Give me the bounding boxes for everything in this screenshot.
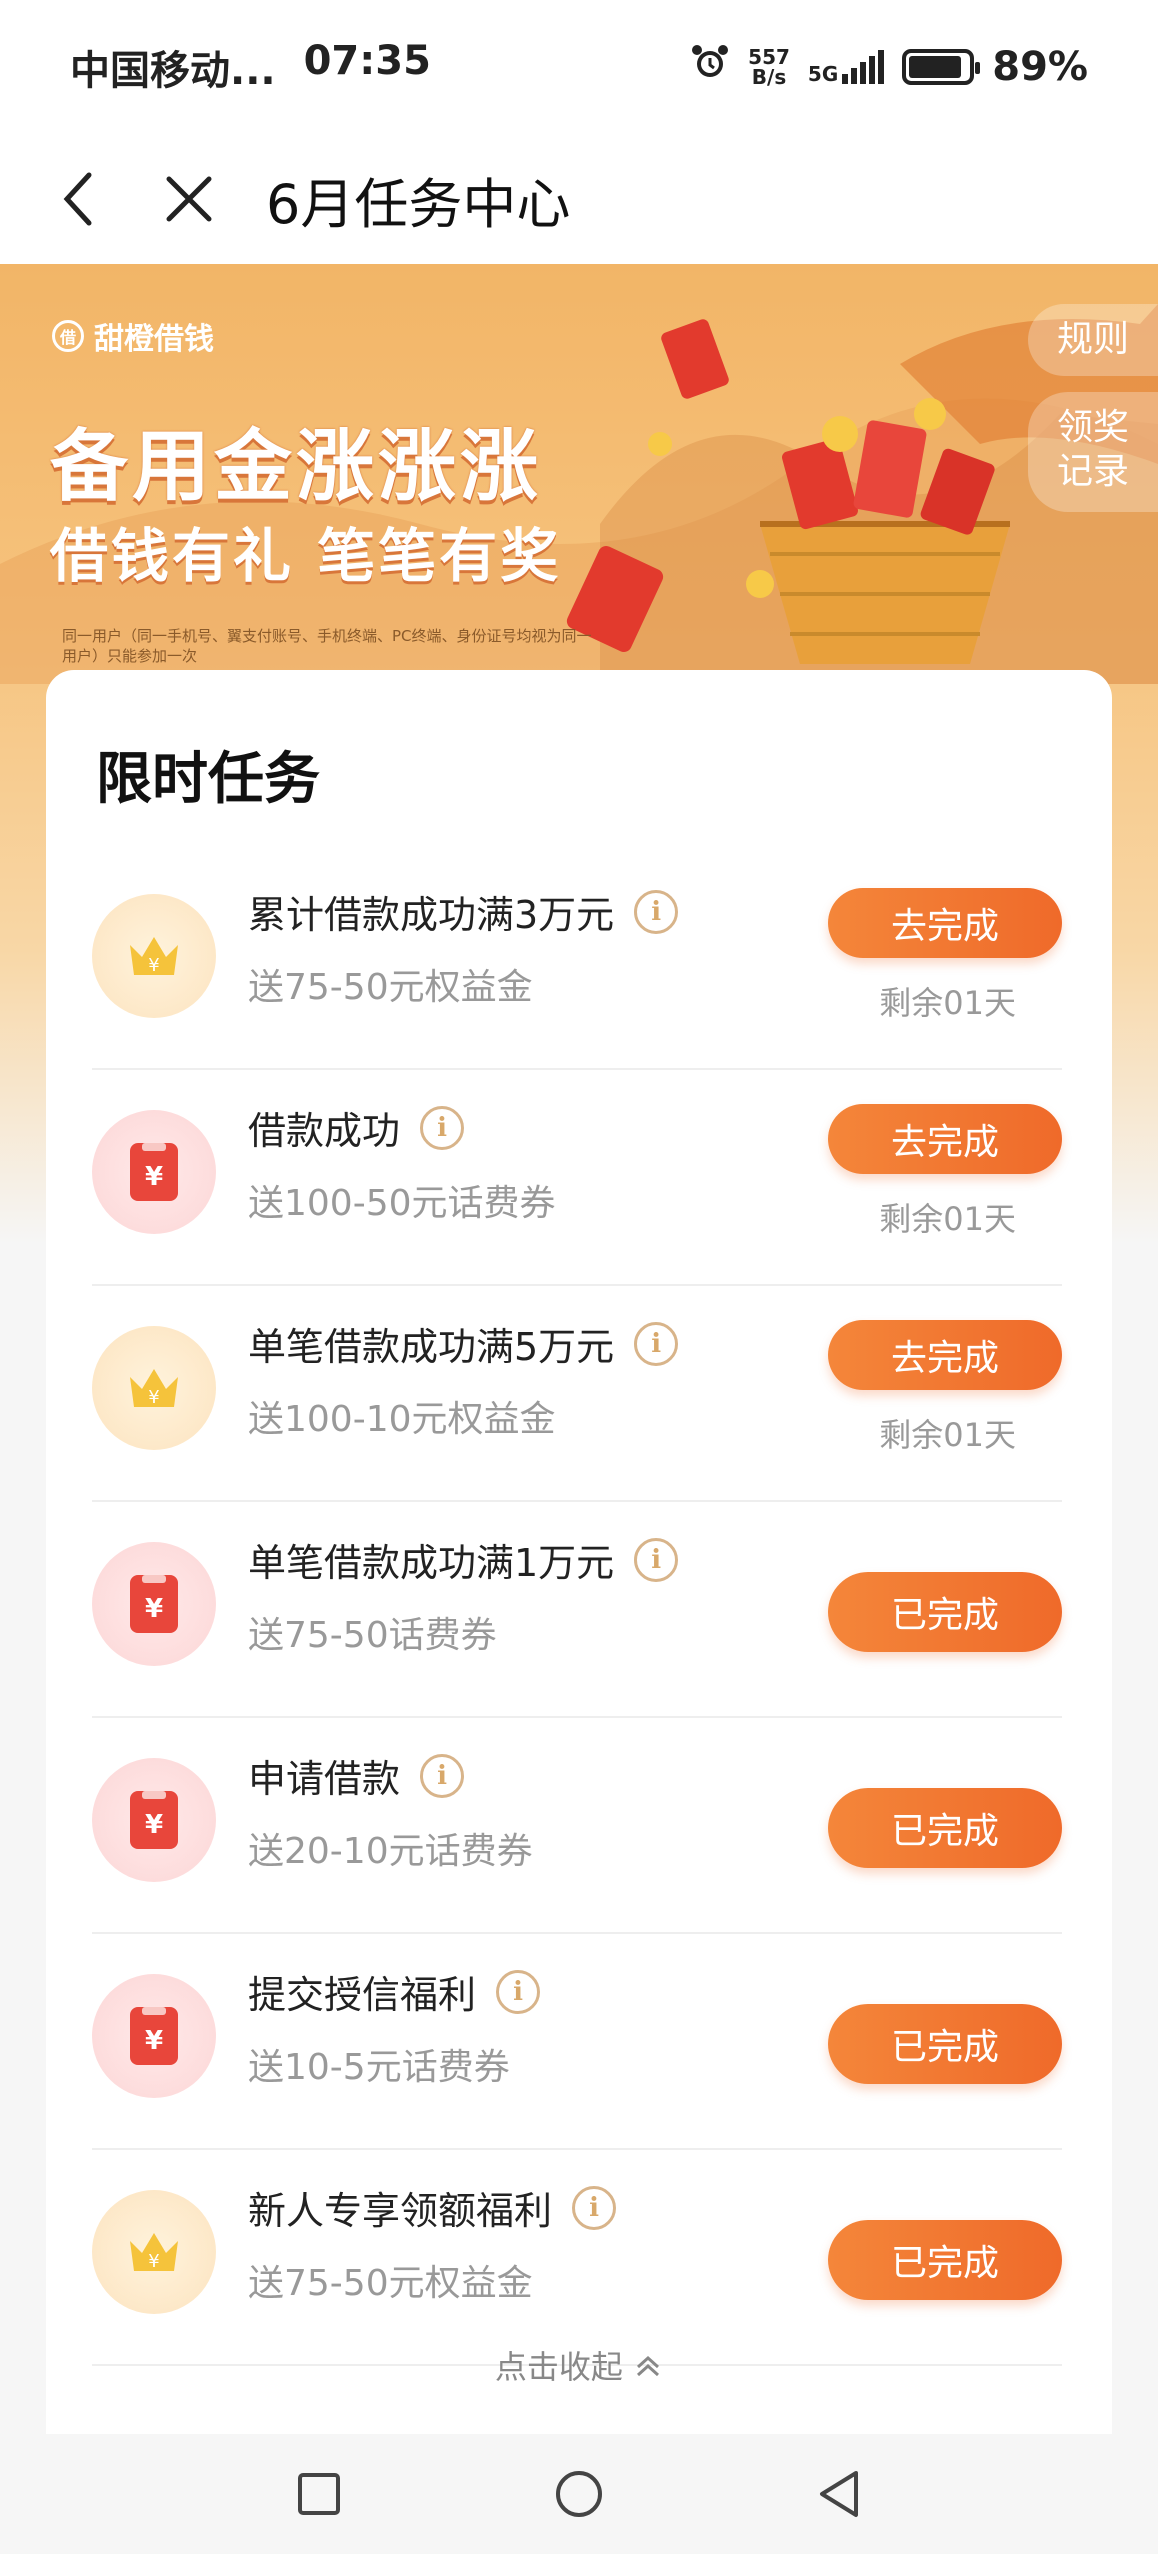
svg-text:¥: ¥ <box>145 1594 163 1624</box>
task-reward: 送75-50元权益金 <box>248 967 533 1008</box>
collapse-link[interactable]: 点击收起 <box>46 2342 1112 2388</box>
red-packet-icon: ¥ <box>92 1974 216 2098</box>
rules-button[interactable]: 规则 <box>1028 304 1158 376</box>
info-icon[interactable]: i <box>634 1537 679 1582</box>
info-icon[interactable]: i <box>634 889 679 934</box>
banner-subheadline: 借钱有礼 笔笔有奖 <box>50 522 562 590</box>
task-reward: 送20-10元话费券 <box>248 1831 533 1872</box>
red-packet-icon: ¥ <box>92 1110 216 1234</box>
battery-percent: 89% <box>992 44 1088 90</box>
network-speed: 557 B/s <box>748 45 790 89</box>
info-icon[interactable]: i <box>634 1321 679 1366</box>
limited-tasks-card: 限时任务 ¥ 累计借款成功满3万元 i 送75-50元权益金 去完成 剩余01天 ¥ 借款成功… <box>46 670 1112 2554</box>
svg-text:¥: ¥ <box>145 1810 163 1840</box>
task-item: ¥ 单笔借款成功满1万元 i 送75-50话费券 已完成 <box>92 1502 1062 1718</box>
app-page: 中国移动... 07:35 557 B/s 5G 89% 6月任务中心 借 甜橙… <box>0 0 1158 2554</box>
task-item: ¥ 单笔借款成功满5万元 i 送100-10元权益金 去完成剩余01天 <box>92 1286 1062 1502</box>
task-reward: 送10-5元话费券 <box>248 2047 510 2088</box>
days-remaining: 剩余01天 <box>879 984 1016 1022</box>
task-name: 借款成功 i <box>248 1100 465 1155</box>
section-title: 限时任务 <box>96 747 320 812</box>
info-icon[interactable]: i <box>572 2185 617 2230</box>
completed-button[interactable]: 已完成 <box>828 1572 1062 1652</box>
svg-text:¥: ¥ <box>145 1162 163 1192</box>
status-bar: 中国移动... 07:35 557 B/s 5G 89% <box>0 0 1158 134</box>
task-name: 新人专享领额福利 i <box>248 2180 617 2235</box>
banner-headline: 备用金涨涨涨 <box>50 422 543 512</box>
reward-records-button[interactable]: 领奖 记录 <box>1028 392 1158 512</box>
task-name: 提交授信福利 i <box>248 1964 541 2019</box>
home-icon[interactable] <box>549 2464 609 2524</box>
svg-text:¥: ¥ <box>145 2026 163 2056</box>
page-title: 6月任务中心 <box>266 172 571 236</box>
go-complete-button[interactable]: 去完成 <box>828 1104 1062 1174</box>
task-name: 单笔借款成功满5万元 i <box>248 1316 679 1371</box>
crown-icon: ¥ <box>92 894 216 1018</box>
system-nav-bar <box>0 2434 1158 2554</box>
svg-text:¥: ¥ <box>148 2251 159 2272</box>
info-icon[interactable]: i <box>496 1969 541 2014</box>
go-complete-button[interactable]: 去完成 <box>828 888 1062 958</box>
task-name: 累计借款成功满3万元 i <box>248 884 679 939</box>
task-reward: 送75-50话费券 <box>248 1615 497 1656</box>
close-icon[interactable] <box>154 164 224 234</box>
task-item: ¥ 提交授信福利 i 送10-5元话费券 已完成 <box>92 1934 1062 2150</box>
carrier-name: 中国移动... <box>70 48 276 94</box>
info-icon[interactable]: i <box>420 1753 465 1798</box>
crown-icon: ¥ <box>92 2190 216 2314</box>
svg-text:¥: ¥ <box>148 1387 159 1408</box>
days-remaining: 剩余01天 <box>879 1200 1016 1238</box>
svg-text:¥: ¥ <box>148 955 159 976</box>
signal-strength-icon: 5G <box>808 50 885 84</box>
task-reward: 送75-50元权益金 <box>248 2263 533 2304</box>
info-icon[interactable]: i <box>420 1105 465 1150</box>
banner-disclaimer: 同一用户（同一手机号、翼支付账号、手机终端、PC终端、身份证号均视为同一用户）只… <box>62 627 592 665</box>
battery-icon <box>902 49 981 85</box>
back-icon[interactable] <box>809 2464 869 2524</box>
recent-apps-icon[interactable] <box>289 2464 349 2524</box>
completed-button[interactable]: 已完成 <box>828 2004 1062 2084</box>
completed-button[interactable]: 已完成 <box>828 1788 1062 1868</box>
task-list: ¥ 累计借款成功满3万元 i 送75-50元权益金 去完成 剩余01天 ¥ 借款成功 i 送100… <box>92 854 1062 2366</box>
task-name: 单笔借款成功满1万元 i <box>248 1532 679 1587</box>
task-reward: 送100-10元权益金 <box>248 1399 556 1440</box>
go-complete-button[interactable]: 去完成 <box>828 1320 1062 1390</box>
crown-icon: ¥ <box>92 1326 216 1450</box>
chevron-left-icon[interactable] <box>42 164 112 234</box>
status-time: 07:35 <box>303 38 431 84</box>
task-item: ¥ 新人专享领额福利 i 送75-50元权益金 已完成 <box>92 2150 1062 2366</box>
brand-logo-icon: 借 <box>52 320 84 352</box>
chevron-up-icon <box>633 2348 663 2386</box>
red-packet-icon: ¥ <box>92 1758 216 1882</box>
task-item: ¥ 累计借款成功满3万元 i 送75-50元权益金 去完成剩余01天 <box>92 854 1062 1070</box>
brand-logo: 借 甜橙借钱 <box>52 314 214 358</box>
red-packet-icon: ¥ <box>92 1542 216 1666</box>
task-name: 申请借款 i <box>248 1748 465 1803</box>
task-reward: 送100-50元话费券 <box>248 1183 556 1224</box>
completed-button[interactable]: 已完成 <box>828 2220 1062 2300</box>
task-item: ¥ 借款成功 i 送100-50元话费券 去完成剩余01天 <box>92 1070 1062 1286</box>
nav-bar: 6月任务中心 <box>0 134 1158 264</box>
alarm-icon <box>690 42 730 92</box>
task-item: ¥ 申请借款 i 送20-10元话费券 已完成 <box>92 1718 1062 1934</box>
days-remaining: 剩余01天 <box>879 1416 1016 1454</box>
